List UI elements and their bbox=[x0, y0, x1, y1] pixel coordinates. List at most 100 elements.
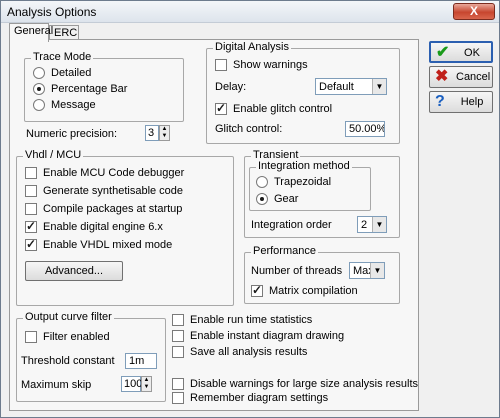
max-skip-spinner[interactable]: 100 ▲ ▼ bbox=[121, 376, 152, 392]
gear-label: Gear bbox=[274, 193, 299, 205]
trapezoidal-row[interactable]: Trapezoidal bbox=[256, 176, 331, 188]
compile-packages-label: Compile packages at startup bbox=[43, 203, 183, 215]
cancel-label: Cancel bbox=[456, 71, 491, 83]
radio-detailed-label: Detailed bbox=[51, 67, 92, 79]
radio-message-label: Message bbox=[51, 99, 96, 111]
remember-settings-row[interactable]: Remember diagram settings bbox=[172, 392, 328, 404]
mcu-debugger-label: Enable MCU Code debugger bbox=[43, 167, 185, 179]
ok-button[interactable]: ✔ OK bbox=[429, 41, 493, 63]
general-tab-panel: Trace Mode Detailed Percentage Bar Messa… bbox=[9, 39, 419, 411]
chevron-down-icon[interactable]: ▼ bbox=[370, 263, 384, 278]
radio-trapezoidal[interactable] bbox=[256, 176, 268, 188]
remember-settings-checkbox[interactable] bbox=[172, 392, 184, 404]
synth-code-label: Generate synthetisable code bbox=[43, 185, 184, 197]
help-button[interactable]: ? Help bbox=[429, 91, 493, 113]
title-bar[interactable]: Analysis Options X bbox=[1, 1, 499, 23]
numeric-precision-value[interactable]: 3 bbox=[145, 125, 159, 141]
threshold-input[interactable]: 1m bbox=[125, 353, 157, 369]
delay-label: Delay: bbox=[215, 81, 247, 93]
integration-order-value: 2 bbox=[361, 219, 368, 231]
filter-enabled-row[interactable]: Filter enabled bbox=[25, 331, 110, 343]
radio-gear[interactable] bbox=[256, 193, 268, 205]
disable-warnings-label: Disable warnings for large size analysis… bbox=[190, 378, 419, 390]
mcu-debugger-row[interactable]: Enable MCU Code debugger bbox=[25, 167, 184, 179]
digital-engine-label: Enable digital engine 6.x bbox=[43, 221, 163, 233]
compile-packages-row[interactable]: Compile packages at startup bbox=[25, 203, 182, 215]
trace-mode-message[interactable]: Message bbox=[33, 99, 96, 111]
digital-engine-row[interactable]: Enable digital engine 6.x bbox=[25, 219, 163, 233]
filter-enabled-checkbox[interactable] bbox=[25, 331, 37, 343]
max-skip-label: Maximum skip bbox=[21, 379, 92, 391]
save-results-checkbox[interactable] bbox=[172, 346, 184, 358]
disable-warnings-checkbox[interactable] bbox=[172, 378, 184, 390]
question-icon: ? bbox=[435, 93, 445, 110]
trace-mode-percentage-bar[interactable]: Percentage Bar bbox=[33, 83, 127, 95]
run-time-stats-row[interactable]: Enable run time statistics bbox=[172, 314, 312, 326]
gear-row[interactable]: Gear bbox=[256, 193, 298, 205]
enable-glitch-checkbox[interactable] bbox=[215, 101, 227, 115]
radio-percentage-bar[interactable] bbox=[33, 83, 45, 95]
threads-dropdown[interactable]: Max ▼ bbox=[349, 262, 385, 279]
run-time-stats-label: Enable run time statistics bbox=[190, 314, 313, 326]
synth-code-row[interactable]: Generate synthetisable code bbox=[25, 185, 183, 197]
trace-mode-detailed[interactable]: Detailed bbox=[33, 67, 91, 79]
instant-drawing-checkbox[interactable] bbox=[172, 330, 184, 342]
enable-glitch-row[interactable]: Enable glitch control bbox=[215, 101, 333, 115]
numeric-precision-label: Numeric precision: bbox=[26, 128, 118, 140]
matrix-compilation-checkbox[interactable] bbox=[251, 283, 263, 297]
show-warnings-checkbox[interactable] bbox=[215, 59, 227, 71]
integration-method-legend: Integration method bbox=[256, 160, 352, 172]
matrix-compilation-row[interactable]: Matrix compilation bbox=[251, 283, 358, 297]
remember-settings-label: Remember diagram settings bbox=[190, 392, 329, 404]
glitch-control-label: Glitch control: bbox=[215, 123, 283, 135]
digital-engine-checkbox[interactable] bbox=[25, 219, 37, 233]
matrix-compilation-label: Matrix compilation bbox=[269, 285, 358, 297]
trapezoidal-label: Trapezoidal bbox=[274, 176, 332, 188]
vhdl-mixed-row[interactable]: Enable VHDL mixed mode bbox=[25, 237, 173, 251]
spinner-arrows-icon[interactable]: ▲ ▼ bbox=[141, 376, 152, 392]
ok-label: OK bbox=[464, 47, 480, 59]
disable-warnings-row[interactable]: Disable warnings for large size analysis… bbox=[172, 378, 418, 390]
threshold-label: Threshold constant bbox=[21, 355, 115, 367]
filter-enabled-label: Filter enabled bbox=[43, 331, 110, 343]
save-results-label: Save all analysis results bbox=[190, 346, 308, 358]
trace-mode-group: Trace Mode Detailed Percentage Bar Messa… bbox=[24, 51, 184, 122]
digital-analysis-group: Digital Analysis Show warnings Delay: De… bbox=[206, 41, 400, 144]
advanced-button[interactable]: Advanced... bbox=[25, 261, 123, 281]
delay-dropdown[interactable]: Default ▼ bbox=[315, 78, 387, 95]
save-results-row[interactable]: Save all analysis results bbox=[172, 346, 307, 358]
run-time-stats-checkbox[interactable] bbox=[172, 314, 184, 326]
integration-order-dropdown[interactable]: 2 ▼ bbox=[357, 216, 387, 233]
cancel-button[interactable]: ✖ Cancel bbox=[429, 66, 493, 88]
tab-general[interactable]: General bbox=[9, 23, 53, 42]
vhdl-mixed-label: Enable VHDL mixed mode bbox=[43, 239, 173, 251]
max-skip-value[interactable]: 100 bbox=[121, 376, 142, 392]
mcu-debugger-checkbox[interactable] bbox=[25, 167, 37, 179]
vhdl-mixed-checkbox[interactable] bbox=[25, 237, 37, 251]
transient-group: Transient Integration method Trapezoidal… bbox=[244, 149, 400, 238]
glitch-control-input[interactable]: 50.00% bbox=[345, 121, 385, 137]
delay-value: Default bbox=[319, 81, 354, 93]
help-label: Help bbox=[460, 96, 484, 108]
chevron-down-icon[interactable]: ▼ bbox=[372, 217, 386, 232]
show-warnings-row[interactable]: Show warnings bbox=[215, 59, 308, 71]
enable-glitch-label: Enable glitch control bbox=[233, 103, 333, 115]
trace-mode-legend: Trace Mode bbox=[31, 51, 94, 63]
chevron-down-icon[interactable]: ▼ bbox=[372, 79, 386, 94]
digital-analysis-legend: Digital Analysis bbox=[213, 41, 291, 53]
synth-code-checkbox[interactable] bbox=[25, 185, 37, 197]
threads-label: Number of threads bbox=[251, 265, 343, 277]
close-button[interactable]: X bbox=[453, 3, 495, 20]
radio-detailed[interactable] bbox=[33, 67, 45, 79]
radio-percentage-bar-label: Percentage Bar bbox=[51, 83, 128, 95]
output-curve-filter-legend: Output curve filter bbox=[23, 311, 114, 323]
instant-drawing-row[interactable]: Enable instant diagram drawing bbox=[172, 330, 344, 342]
spinner-arrows-icon[interactable]: ▲ ▼ bbox=[159, 125, 170, 141]
radio-message[interactable] bbox=[33, 99, 45, 111]
numeric-precision-spinner[interactable]: 3 ▲ ▼ bbox=[145, 125, 171, 141]
x-icon: ✖ bbox=[435, 68, 449, 85]
performance-legend: Performance bbox=[251, 245, 318, 257]
vhdl-mcu-group: Vhdl / MCU Enable MCU Code debugger Gene… bbox=[16, 149, 234, 306]
integration-method-group: Integration method Trapezoidal Gear bbox=[249, 160, 371, 211]
compile-packages-checkbox[interactable] bbox=[25, 203, 37, 215]
